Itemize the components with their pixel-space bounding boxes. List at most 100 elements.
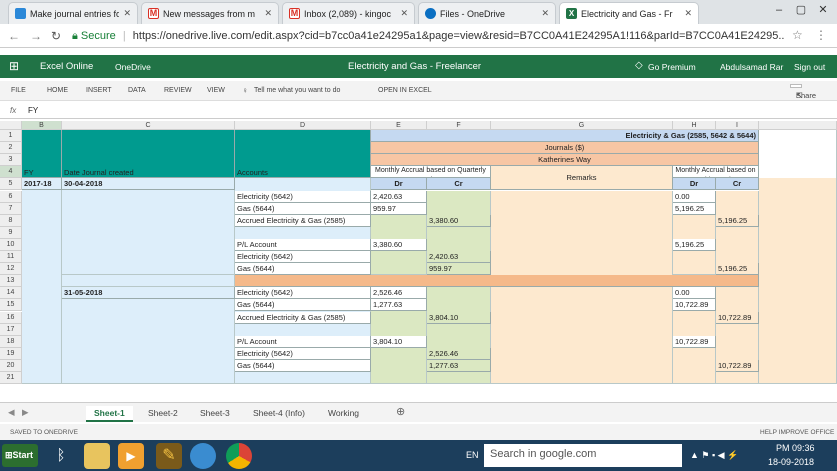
sign-out-link[interactable]: Sign out bbox=[794, 62, 825, 72]
reload-icon[interactable]: ↻ bbox=[51, 29, 61, 43]
close-icon[interactable]: ✕ bbox=[123, 8, 131, 19]
row-header-12[interactable]: 12 bbox=[0, 263, 22, 276]
dr-cell[interactable]: 3,380.60 bbox=[371, 238, 427, 251]
monthly-dr-cell[interactable]: 10,722.89 bbox=[673, 335, 716, 348]
tray-icons[interactable]: ▲ ⚑ ▪ ◀ ⚡ bbox=[690, 450, 738, 461]
sheet-tab-5[interactable]: Working bbox=[320, 406, 367, 420]
account-cell[interactable]: Electricity (5642) bbox=[235, 251, 371, 264]
row-header-4[interactable]: 4 bbox=[0, 166, 22, 179]
monthly-dr-cell[interactable]: 5,196.25 bbox=[673, 202, 716, 215]
menu-data[interactable]: DATA bbox=[128, 87, 146, 94]
tell-me-search[interactable]: Tell me what you want to do bbox=[254, 87, 340, 94]
browser-tab-2[interactable]: M New messages from m ✕ bbox=[141, 2, 279, 24]
row-header-17[interactable]: 17 bbox=[0, 323, 22, 336]
column-header-E[interactable]: E bbox=[371, 121, 427, 130]
dr-cell[interactable]: 2,420.63 bbox=[371, 190, 427, 203]
clock-date[interactable]: 18-09-2018 bbox=[768, 457, 814, 467]
column-header-F[interactable]: F bbox=[427, 121, 491, 130]
account-cell[interactable]: Gas (5644) bbox=[235, 202, 371, 215]
monthly-dr-cell[interactable]: 5,196.25 bbox=[673, 238, 716, 251]
dr-cell[interactable]: 3,804.10 bbox=[371, 335, 427, 348]
column-header-B[interactable]: B bbox=[22, 121, 62, 130]
monthly-cr-cell[interactable]: 10,722.89 bbox=[716, 359, 759, 372]
folder-icon[interactable] bbox=[84, 443, 110, 469]
paint-tool-icon[interactable]: ✎ bbox=[156, 443, 182, 469]
search-input[interactable]: Search in google.com bbox=[484, 444, 682, 467]
menu-insert[interactable]: INSERT bbox=[86, 87, 112, 94]
star-icon[interactable]: ☆ bbox=[792, 28, 803, 42]
account-cell[interactable]: Electricity (5642) bbox=[235, 190, 371, 203]
browser-tab-1[interactable]: Make journal entries fo ✕ bbox=[8, 2, 138, 24]
row-header-18[interactable]: 18 bbox=[0, 335, 22, 348]
scroll-right-icon[interactable]: ▶ bbox=[22, 407, 29, 418]
row-header-14[interactable]: 14 bbox=[0, 287, 22, 300]
date-2[interactable]: 31-05-2018 bbox=[62, 287, 235, 300]
close-icon[interactable]: ✕ bbox=[264, 8, 272, 19]
language-indicator[interactable]: EN bbox=[466, 450, 479, 460]
account-cell[interactable]: P/L Account bbox=[235, 238, 371, 251]
close-icon[interactable]: ✕ bbox=[684, 8, 692, 19]
row-header-20[interactable]: 20 bbox=[0, 359, 22, 372]
account-cell[interactable]: P/L Account bbox=[235, 335, 371, 348]
help-improve-link[interactable]: HELP IMPROVE OFFICE bbox=[760, 429, 834, 436]
row-header-21[interactable]: 21 bbox=[0, 372, 22, 385]
close-icon[interactable]: ✕ bbox=[400, 8, 408, 19]
minimize-icon[interactable]: – bbox=[768, 0, 790, 20]
onedrive-link[interactable]: OneDrive bbox=[115, 62, 151, 72]
row-header-19[interactable]: 19 bbox=[0, 347, 22, 360]
sheet-tab-1[interactable]: Sheet-1 bbox=[86, 406, 133, 422]
dr-cell[interactable]: 1,277.63 bbox=[371, 299, 427, 312]
share-button[interactable]: ⇱ Share bbox=[790, 84, 816, 100]
window-close-icon[interactable]: ✕ bbox=[812, 0, 834, 20]
menu-home[interactable]: HOME bbox=[47, 87, 68, 94]
row-header-7[interactable]: 7 bbox=[0, 202, 22, 215]
row-header-10[interactable]: 10 bbox=[0, 238, 22, 251]
url-field[interactable]: 🔒︎ Secure | https://onedrive.live.com/ed… bbox=[72, 27, 784, 45]
sheet-tab-3[interactable]: Sheet-3 bbox=[192, 406, 238, 420]
cr-cell[interactable]: 1,277.63 bbox=[427, 359, 491, 372]
row-header-15[interactable]: 15 bbox=[0, 299, 22, 312]
menu-review[interactable]: REVIEW bbox=[164, 87, 192, 94]
app-launcher-icon[interactable]: ⊞ bbox=[9, 59, 19, 73]
monthly-cr-cell[interactable]: 10,722.89 bbox=[716, 311, 759, 324]
scroll-left-icon[interactable]: ◀ bbox=[8, 407, 15, 418]
account-cell[interactable]: Electricity (5642) bbox=[235, 287, 371, 300]
sheet-tab-2[interactable]: Sheet-2 bbox=[140, 406, 186, 420]
browser-tab-5[interactable]: X Electricity and Gas - Fr ✕ bbox=[559, 2, 699, 24]
bluetooth-icon[interactable]: ᛒ bbox=[48, 443, 74, 469]
row-header-16[interactable]: 16 bbox=[0, 311, 22, 324]
product-name[interactable]: Excel Online bbox=[40, 61, 93, 72]
row-header-9[interactable]: 9 bbox=[0, 226, 22, 239]
account-cell[interactable]: Accrued Electricity & Gas (2585) bbox=[235, 311, 371, 324]
browser-tab-4[interactable]: Files - OneDrive ✕ bbox=[418, 2, 556, 24]
account-cell[interactable]: Electricity (5642) bbox=[235, 347, 371, 360]
windows-orb-icon[interactable] bbox=[190, 443, 216, 469]
column-header-I[interactable]: I bbox=[716, 121, 759, 130]
row-header-11[interactable]: 11 bbox=[0, 251, 22, 264]
cr-cell[interactable]: 2,526.46 bbox=[427, 347, 491, 360]
document-title[interactable]: Electricity and Gas - Freelancer bbox=[348, 61, 481, 72]
add-sheet-icon[interactable]: ⊕ bbox=[396, 405, 405, 418]
maximize-icon[interactable]: ▢ bbox=[790, 0, 812, 20]
sheet-tab-4[interactable]: Sheet-4 (Info) bbox=[245, 406, 313, 420]
column-header-G[interactable]: G bbox=[491, 121, 673, 130]
column-header-H[interactable]: H bbox=[673, 121, 716, 130]
column-header-D[interactable]: D bbox=[235, 121, 371, 130]
browser-tab-3[interactable]: M Inbox (2,089) - kingoc ✕ bbox=[282, 2, 415, 24]
cr-cell[interactable]: 3,380.60 bbox=[427, 214, 491, 227]
row-header-5[interactable]: 5 bbox=[0, 178, 22, 191]
row-header-6[interactable]: 6 bbox=[0, 190, 22, 203]
date-1[interactable]: 30-04-2018 bbox=[62, 178, 235, 191]
monthly-dr-cell[interactable]: 10,722.89 bbox=[673, 299, 716, 312]
go-premium-link[interactable]: Go Premium bbox=[648, 62, 696, 72]
dr-cell[interactable]: 2,526.46 bbox=[371, 287, 427, 300]
account-cell[interactable]: Gas (5644) bbox=[235, 359, 371, 372]
menu-view[interactable]: VIEW bbox=[207, 87, 225, 94]
spreadsheet-grid[interactable]: B C D E F G H I 1 2 3 4 5 6 7 8 9 10 11 12 13 14 15 16 17 18 19 20 2… bbox=[0, 121, 837, 398]
account-cell[interactable]: Gas (5644) bbox=[235, 263, 371, 276]
row-header-3[interactable]: 3 bbox=[0, 154, 22, 167]
row-header-2[interactable]: 2 bbox=[0, 142, 22, 155]
chrome-icon[interactable] bbox=[226, 443, 252, 469]
monthly-dr-cell[interactable]: 0.00 bbox=[673, 287, 716, 300]
row-header-13[interactable]: 13 bbox=[0, 275, 22, 288]
